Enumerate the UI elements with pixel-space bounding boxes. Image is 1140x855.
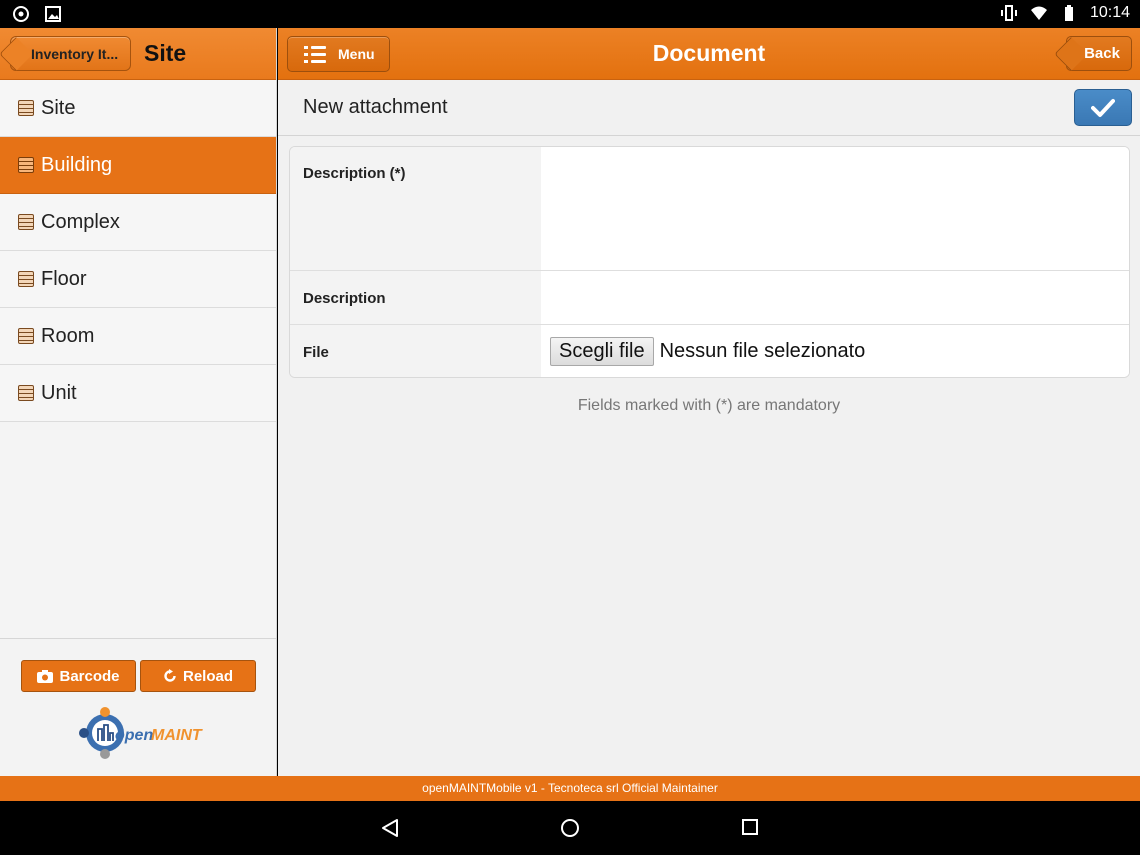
reload-label: Reload [182, 667, 233, 685]
field-label: File [290, 325, 541, 377]
form-title: New attachment [303, 96, 448, 118]
sidebar-item-label: Room [41, 324, 95, 347]
top-bar: Menu Document Back [278, 28, 1140, 80]
table-icon [18, 328, 34, 344]
sidebar-item-label: Unit [41, 381, 77, 404]
back-label: Back [1084, 45, 1120, 62]
sidebar-item-floor[interactable]: Floor [0, 251, 276, 308]
save-button[interactable] [1074, 89, 1132, 126]
reload-button[interactable]: Reload [140, 660, 256, 692]
field-label: Description [290, 271, 541, 324]
form-row: Description (*) [290, 147, 1129, 271]
inventory-back-button[interactable]: Inventory It... [10, 36, 131, 71]
nav-recents-icon[interactable] [741, 818, 759, 836]
sync-notification-icon [13, 6, 29, 22]
attachment-form: Description (*) Description File Scegli … [289, 146, 1130, 378]
sidebar-item-room[interactable]: Room [0, 308, 276, 365]
status-bar: 10:14 [0, 0, 1140, 28]
svg-text:MAINT: MAINT [151, 727, 203, 744]
wifi-icon [1030, 6, 1047, 20]
app-footer: openMAINTMobile v1 - Tecnoteca srl Offic… [0, 776, 1140, 801]
inventory-back-label: Inventory It... [31, 45, 119, 62]
left-panel-title: Site [144, 40, 187, 66]
main-panel: Menu Document Back New attachment Descri… [278, 28, 1140, 776]
file-input: Scegli file Nessun file selezionato [541, 325, 1129, 377]
field-cell: Scegli file Nessun file selezionato [541, 325, 1129, 377]
mandatory-note: Fields marked with (*) are mandatory [577, 397, 841, 414]
image-notification-icon [45, 6, 61, 22]
checkmark-icon [1091, 98, 1115, 117]
sidebar-item-building[interactable]: Building [0, 137, 276, 194]
table-icon [18, 385, 34, 401]
field-label: Description (*) [290, 147, 541, 270]
form-row: Description [290, 271, 1129, 325]
sidebar-item-site[interactable]: Site [0, 80, 276, 137]
barcode-button[interactable]: Barcode [21, 660, 136, 692]
left-panel: Inventory It... Site Site Building Compl… [0, 28, 277, 776]
nav-back-icon[interactable] [380, 818, 400, 838]
table-icon [18, 271, 34, 287]
svg-text:open: open [115, 727, 153, 744]
description-required-textarea[interactable] [541, 147, 1129, 270]
camera-icon [37, 669, 54, 683]
sidebar-item-label: Complex [41, 210, 120, 233]
table-icon [18, 214, 34, 230]
refresh-icon [164, 669, 176, 682]
table-icon [18, 100, 34, 116]
sidebar-item-complex[interactable]: Complex [0, 194, 276, 251]
field-cell [541, 147, 1129, 270]
vibrate-icon [1000, 5, 1017, 21]
choose-file-button[interactable]: Scegli file [550, 336, 654, 366]
battery-icon [1064, 5, 1073, 21]
sidebar-item-unit[interactable]: Unit [0, 365, 276, 422]
table-icon [18, 157, 34, 173]
openmaint-logo: open MAINT [79, 707, 203, 759]
android-nav-bar [0, 801, 1140, 855]
sidebar-item-label: Building [41, 153, 113, 176]
clock: 10:14 [1089, 4, 1130, 21]
barcode-label: Barcode [59, 667, 120, 685]
sidebar-item-label: Site [41, 96, 76, 119]
nav-home-icon[interactable] [560, 818, 580, 838]
left-header: Inventory It... Site [0, 28, 276, 80]
form-header: New attachment [278, 80, 1140, 136]
page-title: Document [652, 40, 766, 66]
file-status: Nessun file selezionato [659, 339, 866, 362]
back-button[interactable]: Back [1066, 36, 1132, 71]
sidebar-item-label: Floor [41, 267, 87, 290]
description-field[interactable] [541, 271, 1129, 324]
left-footer: Barcode Reload open MAINT [0, 638, 276, 776]
form-row: File Scegli file Nessun file selezionato [290, 325, 1129, 377]
